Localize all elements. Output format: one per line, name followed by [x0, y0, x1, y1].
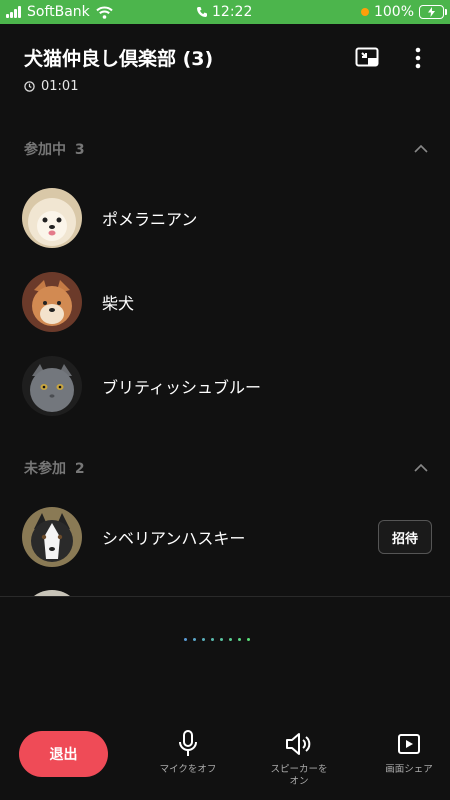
joined-count: 3 [74, 142, 85, 158]
speaker-toggle-button[interactable]: スピーカーを オン [254, 730, 344, 788]
call-title: 犬猫仲良し倶楽部 (3) [24, 48, 214, 70]
member-row[interactable]: 柴犬 [22, 271, 432, 333]
page-indicator [184, 638, 250, 641]
speaker-icon [286, 733, 311, 755]
avatar [22, 188, 82, 248]
more-icon [415, 47, 421, 69]
avatar [22, 272, 82, 332]
minimize-button[interactable] [353, 44, 381, 72]
mic-label: マイクをオフ [159, 764, 217, 775]
status-left: SoftBank [6, 4, 113, 20]
avatar [22, 356, 82, 416]
speaker-label: スピーカーを オン [270, 764, 328, 787]
mic-toggle-button[interactable]: マイクをオフ [143, 730, 233, 776]
signal-icon [6, 6, 21, 18]
not-joined-section-title: 未参加 2 [24, 458, 85, 478]
leave-button[interactable]: 退出 [19, 731, 108, 777]
chevron-up-icon [414, 145, 428, 153]
joined-label: 参加中 [24, 142, 66, 158]
invite-button[interactable]: 招待 [378, 520, 432, 554]
member-name: シベリアンハスキー [102, 529, 246, 548]
screen-share-icon [398, 734, 420, 754]
screen-share-label: 画面シェア [385, 764, 433, 775]
status-right: 100% [360, 4, 447, 20]
not-joined-section-header[interactable]: 未参加 2 [24, 457, 428, 479]
joined-section-title: 参加中 3 [24, 139, 85, 159]
phone-icon [197, 7, 207, 17]
member-row[interactable]: シベリアンハスキー 招待 [22, 506, 432, 568]
minimize-icon [355, 47, 379, 67]
mic-icon [179, 730, 197, 756]
avatar [22, 507, 82, 567]
call-timer: 01:01 [24, 79, 78, 94]
not-joined-label: 未参加 [24, 461, 66, 477]
mic-in-use-indicator [360, 8, 369, 16]
joined-section-header[interactable]: 参加中 3 [24, 138, 428, 160]
battery-icon [419, 5, 447, 19]
screen-share-button[interactable]: 画面シェア [364, 730, 450, 776]
chevron-up-icon [414, 464, 428, 472]
clock-time: 12:22 [212, 4, 253, 20]
timer-text: 01:01 [41, 79, 79, 94]
battery-percent: 100% [373, 4, 414, 20]
member-name: ポメラニアン [102, 210, 198, 229]
divider [0, 596, 450, 597]
member-row[interactable]: ブリティッシュブルー [22, 355, 432, 417]
status-center: 12:22 [196, 4, 252, 20]
not-joined-count: 2 [74, 461, 85, 477]
status-bar: SoftBank 12:22 100% [0, 0, 450, 24]
clock-icon [24, 81, 35, 92]
carrier-label: SoftBank [27, 4, 90, 20]
member-row[interactable]: ポメラニアン [22, 187, 432, 249]
more-button[interactable] [404, 44, 432, 72]
member-name: ブリティッシュブルー [102, 378, 262, 397]
member-name: 柴犬 [102, 294, 135, 313]
wifi-icon [96, 6, 113, 19]
